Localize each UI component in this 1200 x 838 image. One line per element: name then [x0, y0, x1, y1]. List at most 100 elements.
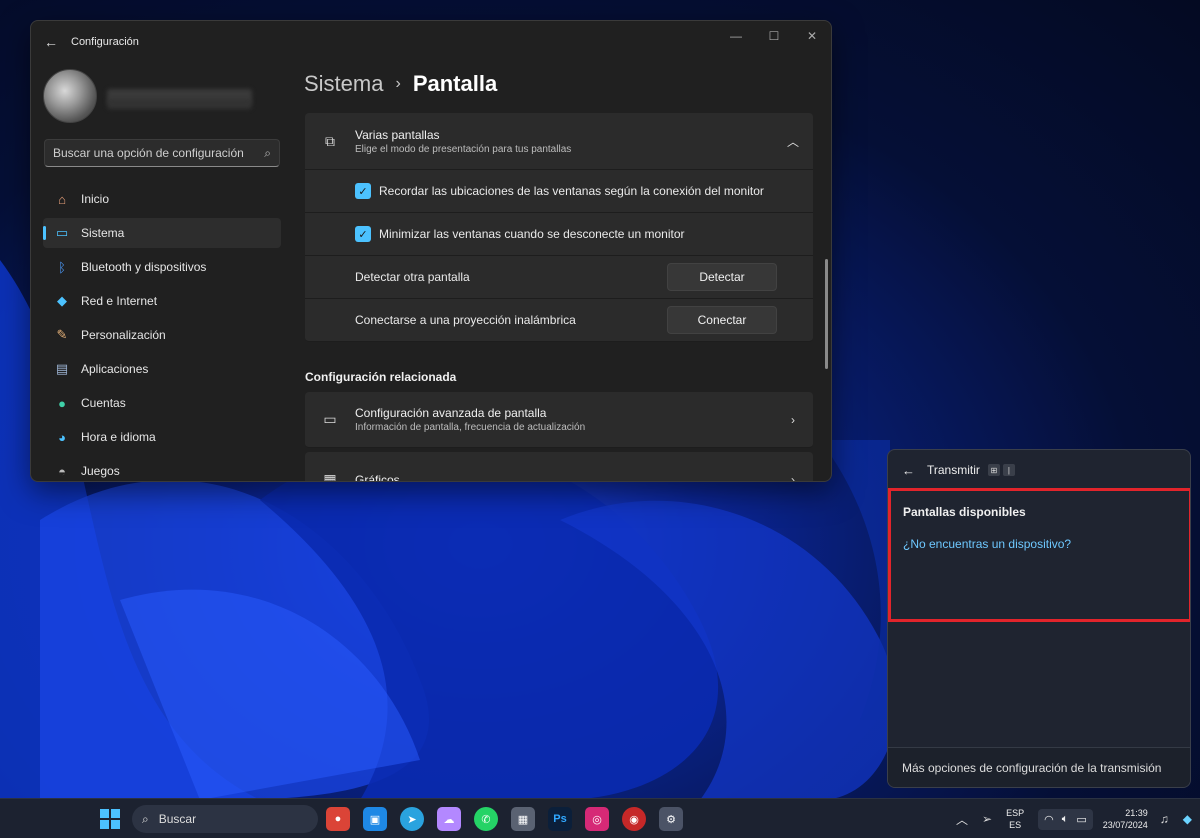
minimize-windows-row: ✓ Minimizar las ventanas cuando se desco…: [305, 213, 813, 256]
graphics-title: Gráficos: [355, 472, 400, 482]
location-icon[interactable]: ➢: [982, 812, 992, 826]
chevron-up-icon[interactable]: ︿: [956, 811, 968, 828]
battery-icon: ▭: [1076, 813, 1087, 826]
sidebar-item-cuentas[interactable]: ● Cuentas: [43, 388, 281, 418]
breadcrumb-parent[interactable]: Sistema: [304, 71, 383, 97]
sidebar-item-label: Aplicaciones: [81, 362, 149, 376]
system-icon: ▭: [55, 225, 69, 240]
globe-icon: ◕: [58, 429, 66, 445]
instagram-icon[interactable]: ◎: [585, 807, 609, 831]
sidebar-item-aplicaciones[interactable]: ▤ Aplicaciones: [43, 354, 281, 384]
cast-panel: ← Transmitir ⊞ | Pantallas disponibles ¿…: [887, 449, 1191, 788]
detect-button[interactable]: Detectar: [667, 263, 777, 291]
k-key-icon: |: [1002, 464, 1015, 476]
related-settings-heading: Configuración relacionada: [305, 370, 457, 384]
device-not-found-link[interactable]: ¿No encuentras un dispositivo?: [903, 537, 1177, 551]
sidebar-item-label: Personalización: [81, 328, 166, 342]
apps-icon: ▤: [55, 361, 69, 376]
system-tray: ︿ ➢ ESP ES ◠ 🔈︎ ▭ 21:39 23/07/2024 ♫ ◆: [956, 799, 1200, 838]
detect-display-label: Detectar otra pantalla: [355, 270, 470, 284]
back-arrow-icon[interactable]: ←: [31, 21, 71, 63]
remember-windows-label: Recordar las ubicaciones de las ventanas…: [379, 184, 764, 198]
cast-header: ← Transmitir ⊞ |: [888, 450, 1190, 490]
notification-bell-icon[interactable]: ♫: [1160, 812, 1169, 826]
volume-icon: 🔈︎: [1061, 812, 1069, 825]
telegram-icon[interactable]: ➤: [400, 807, 424, 831]
settings-search-input[interactable]: Buscar una opción de configuración ⌕: [44, 139, 280, 167]
avatar: [43, 69, 97, 123]
remember-windows-checkbox[interactable]: ✓: [355, 183, 371, 199]
page-title: Pantalla: [412, 71, 498, 96]
connect-button[interactable]: Conectar: [667, 306, 777, 334]
remember-windows-row: ✓ Recordar las ubicaciones de las ventan…: [305, 170, 813, 213]
copilot-icon[interactable]: ◆: [1183, 812, 1192, 826]
sidebar-item-label: Bluetooth y dispositivos: [81, 260, 207, 274]
detect-display-row: Detectar otra pantalla Detectar: [305, 256, 813, 299]
minimize-icon[interactable]: —: [717, 21, 755, 51]
sidebar-item-label: Sistema: [81, 226, 125, 240]
maximize-icon[interactable]: ☐: [755, 21, 793, 51]
sidebar-item-inicio[interactable]: ⌂ Inicio: [43, 184, 281, 214]
main-content: ⧉ Varias pantallas Elige el modo de pres…: [305, 113, 813, 482]
taskbar-search-box[interactable]: ⌕ Buscar: [132, 805, 318, 833]
chevron-right-icon: ›: [395, 75, 401, 92]
back-arrow-icon[interactable]: ←: [902, 463, 915, 478]
more-cast-settings-link[interactable]: Más opciones de configuración de la tran…: [888, 747, 1190, 787]
sidebar-item-bluetooth[interactable]: ᛒ Bluetooth y dispositivos: [43, 252, 281, 282]
breadcrumb: Sistema › Pantalla: [304, 71, 497, 97]
language-code: ESP: [1006, 808, 1025, 818]
whatsapp-icon[interactable]: ✆: [474, 807, 498, 831]
window-controls: — ☐ ✕: [717, 21, 831, 51]
wifi-icon: ◠: [1044, 813, 1054, 826]
wireless-connect-row: Conectarse a una proyección inalámbrica …: [305, 299, 813, 342]
advanced-display-link[interactable]: ▭ Configuración avanzada de pantalla Inf…: [305, 392, 813, 448]
sidebar-item-hora[interactable]: ◕ Hora e idioma: [43, 422, 281, 452]
advanced-display-title: Configuración avanzada de pantalla: [355, 406, 547, 420]
sidebar-item-red[interactable]: ◆ Red e Internet: [43, 286, 281, 316]
calculator-icon[interactable]: ▦: [511, 807, 535, 831]
sidebar-item-sistema[interactable]: ▭ Sistema: [43, 218, 281, 248]
recorder-icon[interactable]: ◉: [622, 807, 646, 831]
start-windows-icon[interactable]: [100, 809, 120, 829]
bluetooth-icon: ᛒ: [58, 259, 66, 275]
minimize-windows-checkbox[interactable]: ✓: [355, 226, 371, 242]
home-icon: ⌂: [58, 191, 66, 207]
chrome-icon[interactable]: ●: [326, 807, 350, 831]
multi-display-subtitle: Elige el modo de presentación para tus p…: [355, 143, 572, 155]
quick-settings-button[interactable]: ◠ 🔈︎ ▭: [1038, 808, 1093, 830]
sidebar-item-label: Red e Internet: [81, 294, 158, 308]
sidebar-item-label: Juegos: [81, 464, 120, 478]
settings-icon[interactable]: ⚙: [659, 807, 683, 831]
user-profile[interactable]: [43, 69, 252, 123]
sidebar-item-juegos[interactable]: ◓ Juegos: [43, 456, 281, 481]
multi-display-title: Varias pantallas: [355, 127, 440, 142]
date: 23/07/2024: [1102, 820, 1148, 830]
explorer-icon[interactable]: ▣: [363, 807, 387, 831]
multi-display-expander[interactable]: ⧉ Varias pantallas Elige el modo de pres…: [305, 113, 813, 170]
sidebar-item-label: Inicio: [81, 192, 110, 206]
pinned-apps: ● ▣ ➤ ☁ ✆ ▦ Ps ◎ ◉ ⚙: [326, 807, 696, 831]
language-indicator[interactable]: ESP ES: [1006, 807, 1024, 831]
onedrive-icon[interactable]: ☁: [437, 807, 461, 831]
clock[interactable]: 21:39 23/07/2024: [1103, 807, 1148, 831]
taskbar: ⌕ Buscar ● ▣ ➤ ☁ ✆ ▦ Ps ◎ ◉ ⚙ ︿ ➢ ESP ES…: [0, 798, 1200, 838]
search-icon: ⌕: [264, 145, 271, 160]
title-bar: ← Configuración — ☐ ✕: [31, 21, 831, 63]
sidebar-nav: ⌂ Inicio ▭ Sistema ᛒ Bluetooth y disposi…: [43, 184, 281, 481]
time: 21:39: [1125, 808, 1148, 818]
minimize-windows-label: Minimizar las ventanas cuando se descone…: [379, 227, 685, 241]
photoshop-icon[interactable]: Ps: [548, 807, 572, 831]
sidebar-item-personalizacion[interactable]: ✎ Personalización: [43, 320, 281, 350]
graphics-link[interactable]: ▦ Gráficos ›: [305, 452, 813, 482]
available-displays-section: Pantallas disponibles ¿No encuentras un …: [888, 488, 1190, 622]
chevron-up-icon[interactable]: ︿: [773, 133, 813, 150]
content-scrollbar[interactable]: [825, 259, 828, 369]
settings-window: ← Configuración — ☐ ✕ Buscar una opción …: [30, 20, 832, 482]
close-icon[interactable]: ✕: [793, 21, 831, 51]
cast-title: Transmitir: [927, 463, 980, 477]
accounts-icon: ●: [58, 395, 66, 411]
advanced-display-subtitle: Información de pantalla, frecuencia de a…: [355, 422, 586, 433]
search-placeholder: Buscar una opción de configuración: [53, 146, 244, 160]
taskbar-search-label: Buscar: [158, 812, 197, 826]
available-displays-heading: Pantallas disponibles: [903, 505, 1026, 519]
